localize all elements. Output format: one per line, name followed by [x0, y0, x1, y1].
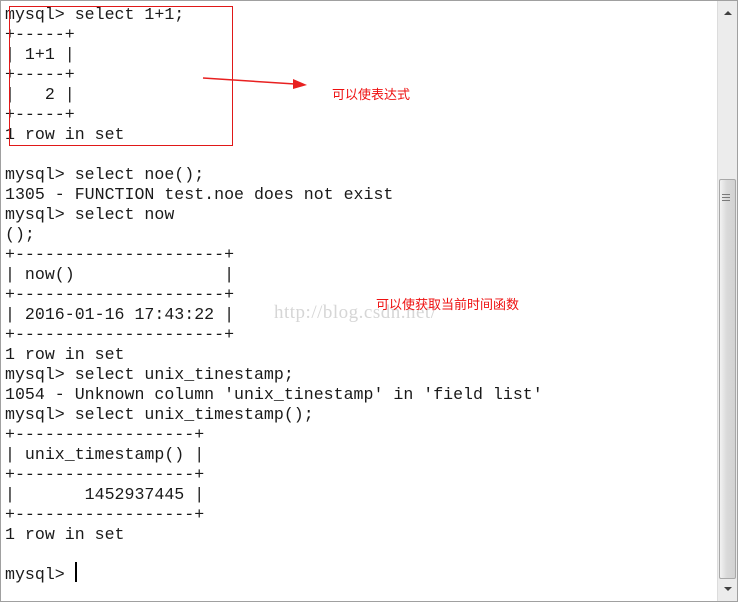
terminal-window: mysql> select 1+1; +-----+ | 1+1 | +----… [0, 0, 738, 602]
triangle-down-icon [723, 587, 732, 591]
terminal-line: | 2016-01-16 17:43:22 | [5, 305, 235, 324]
terminal-line: +------------------+ [5, 505, 205, 524]
terminal-line: 1054 - Unknown column 'unix_tinestamp' i… [5, 385, 543, 404]
terminal-line: +------------------+ [5, 465, 205, 484]
scroll-down-button[interactable] [718, 579, 737, 599]
terminal-line: | 1452937445 | [5, 485, 205, 504]
terminal-line: mysql> select unix_tinestamp; [5, 365, 294, 384]
terminal-line: | now() | [5, 265, 235, 284]
annotation-arrow-icon [202, 77, 307, 89]
terminal-line: +------------------+ [5, 425, 205, 444]
annotation-expression-note: 可以使表达式 [332, 88, 411, 103]
terminal-line: | unix_timestamp() | [5, 445, 205, 464]
terminal-line: +---------------------+ [5, 245, 235, 264]
terminal-line: 1 row in set [5, 345, 125, 364]
terminal-line: (); [5, 225, 35, 244]
text-cursor [75, 562, 77, 582]
terminal-line: 1 row in set [5, 525, 125, 544]
terminal-line: mysql> select noe(); [5, 165, 205, 184]
terminal-prompt[interactable]: mysql> [5, 565, 75, 585]
scroll-up-button[interactable] [718, 3, 737, 23]
terminal-line: +---------------------+ [5, 285, 235, 304]
terminal-line: mysql> select now [5, 205, 175, 224]
grip-lines-icon [722, 194, 730, 204]
terminal-line: +---------------------+ [5, 325, 235, 344]
scrollbar-thumb[interactable] [719, 179, 736, 579]
terminal-line: 1305 - FUNCTION test.noe does not exist [5, 185, 394, 204]
triangle-up-icon [723, 11, 732, 15]
vertical-scrollbar[interactable] [717, 1, 737, 601]
annotation-time-function-note: 可以使获取当前时间函数 [376, 298, 520, 313]
annotation-highlight-box [9, 6, 233, 146]
terminal-line: mysql> select unix_timestamp(); [5, 405, 314, 424]
